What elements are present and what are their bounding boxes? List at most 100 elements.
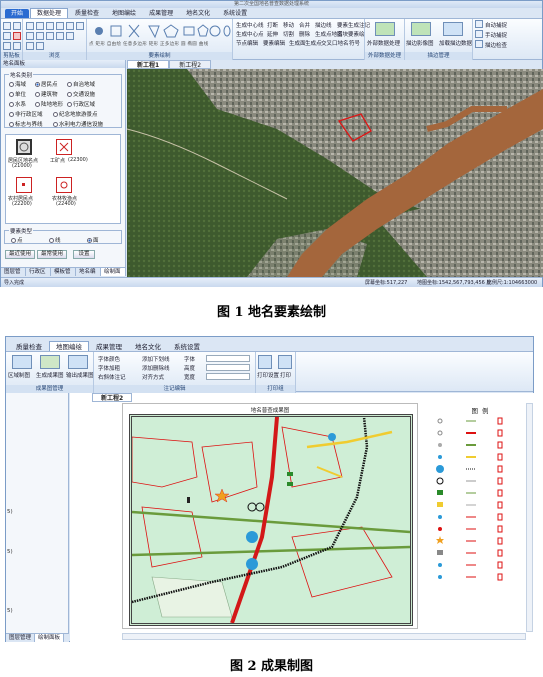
- copy-icon[interactable]: [13, 22, 21, 30]
- layer-icon[interactable]: [46, 32, 54, 40]
- trace-image-button[interactable]: 描边影像图: [406, 39, 434, 47]
- item-gen-face[interactable]: 生成面: [289, 39, 306, 47]
- item-crossing[interactable]: 交叉口地名: [321, 39, 349, 47]
- external-data-button[interactable]: 外部数据处理: [367, 39, 400, 47]
- paste-icon[interactable]: [3, 32, 11, 40]
- item-node-edit[interactable]: 节点编辑: [236, 39, 258, 47]
- tab-layer-manager[interactable]: 图层管理: [6, 634, 36, 642]
- auto-snap-button[interactable]: 自动捕捉: [485, 21, 507, 29]
- height-select[interactable]: [206, 364, 250, 371]
- generate-map-button[interactable]: 生成成果图: [36, 371, 64, 379]
- item-split[interactable]: 切割: [283, 30, 294, 38]
- item-break[interactable]: 打断: [267, 21, 278, 29]
- item-centerline[interactable]: 生成中心线: [236, 21, 264, 29]
- item-centerpoint[interactable]: 生成中心点: [236, 30, 264, 38]
- doc-tab-project2[interactable]: 新工程2: [169, 60, 212, 69]
- delete-icon[interactable]: [13, 32, 21, 40]
- zoom-out-icon[interactable]: [36, 22, 44, 30]
- item-delete[interactable]: 删除: [299, 30, 310, 38]
- region-map-icon[interactable]: [12, 355, 32, 369]
- radio-type-point[interactable]: 点: [11, 236, 23, 244]
- print-button[interactable]: 打印: [280, 371, 291, 379]
- village-symbol-icon[interactable]: [16, 177, 32, 193]
- tab-layer-manager[interactable]: 图层管理: [1, 268, 26, 284]
- item-merge[interactable]: 合并: [299, 21, 310, 29]
- trace-check-icon[interactable]: [475, 40, 483, 48]
- radio-type-polygon[interactable]: 面: [87, 236, 99, 244]
- load-trace-button[interactable]: 加载描边数据: [439, 39, 472, 47]
- italic-button[interactable]: 右斜体注记: [98, 373, 126, 381]
- print-icon[interactable]: [278, 355, 292, 369]
- auto-snap-icon[interactable]: [475, 20, 483, 28]
- underline-button[interactable]: 添加下划线: [142, 355, 170, 363]
- lock-icon[interactable]: [26, 42, 34, 50]
- residential-symbol-icon[interactable]: [16, 139, 32, 155]
- tab-template[interactable]: 模板管理: [51, 268, 76, 284]
- manual-snap-icon[interactable]: [475, 30, 483, 38]
- align-button[interactable]: 对齐方式: [142, 373, 164, 381]
- print-setup-button[interactable]: 打印设置: [257, 371, 279, 379]
- radio-utility[interactable]: 水利电力通信设施: [53, 120, 103, 128]
- mine-symbol-icon[interactable]: [56, 139, 72, 155]
- item-block[interactable]: 图块要素绘: [337, 30, 365, 38]
- load-trace-icon[interactable]: [443, 22, 463, 36]
- horizontal-scrollbar[interactable]: [122, 633, 526, 640]
- radio-boundary[interactable]: 标志与界线: [9, 120, 43, 128]
- layout-view[interactable]: 新工程2 地名普查成果图 图例: [70, 393, 534, 642]
- strike-button[interactable]: 添加删除线: [142, 364, 170, 372]
- font-select[interactable]: [206, 355, 250, 362]
- doc-tab-project2[interactable]: 新工程2: [92, 393, 133, 402]
- radio-non-admin[interactable]: 非行政区域: [9, 110, 43, 118]
- identify-icon[interactable]: [66, 22, 74, 30]
- trace-image-icon[interactable]: [411, 22, 431, 36]
- width-select[interactable]: [206, 373, 250, 380]
- item-element-edit[interactable]: 要素编辑: [263, 39, 285, 47]
- refresh-icon[interactable]: [36, 32, 44, 40]
- radio-sea[interactable]: 海域: [9, 80, 26, 88]
- tab-admin-division[interactable]: 行政区划: [26, 268, 51, 284]
- radio-building[interactable]: 建筑物: [35, 90, 58, 98]
- recent-button[interactable]: 最近使用: [5, 250, 35, 259]
- radio-autonomous[interactable]: 自治地域: [67, 80, 95, 88]
- region-map-button[interactable]: 区域制图: [8, 371, 30, 379]
- item-trace[interactable]: 描边线: [315, 21, 332, 29]
- settings-button[interactable]: 设置: [73, 250, 95, 259]
- export-map-button[interactable]: 输出成果图: [66, 371, 94, 379]
- doc-tab-project1[interactable]: 新工程1: [127, 60, 170, 69]
- radio-memorial[interactable]: 纪念地旅游景点: [53, 110, 98, 118]
- measure-icon[interactable]: [76, 22, 84, 30]
- radio-admin[interactable]: 行政区域: [67, 100, 95, 108]
- pan-icon[interactable]: [46, 22, 54, 30]
- radio-landform[interactable]: 陆地地形: [35, 100, 63, 108]
- item-gen-point[interactable]: 生成点: [305, 39, 322, 47]
- generate-map-icon[interactable]: [40, 355, 60, 369]
- full-extent-icon[interactable]: [56, 22, 64, 30]
- radio-water[interactable]: 水系: [9, 100, 26, 108]
- font-color-button[interactable]: 字体颜色: [98, 355, 120, 363]
- item-move[interactable]: 移动: [283, 21, 294, 29]
- farm-symbol-icon[interactable]: [56, 177, 72, 193]
- radio-type-line[interactable]: 线: [49, 236, 61, 244]
- forward-icon[interactable]: [66, 32, 74, 40]
- item-extend[interactable]: 延伸: [267, 30, 278, 38]
- bold-button[interactable]: 字体加粗: [98, 364, 120, 372]
- back-icon[interactable]: [56, 32, 64, 40]
- item-symbol[interactable]: 符号: [349, 39, 360, 47]
- tab-name-edit[interactable]: 地名编辑: [76, 268, 101, 284]
- redo-icon[interactable]: [13, 42, 21, 50]
- undo-icon[interactable]: [3, 42, 11, 50]
- vertical-scrollbar[interactable]: [526, 403, 533, 632]
- radio-unit[interactable]: 单位: [9, 90, 26, 98]
- frequent-button[interactable]: 最常使用: [37, 250, 67, 259]
- satellite-map-view[interactable]: [127, 69, 543, 277]
- cut-icon[interactable]: [3, 22, 11, 30]
- print-setup-icon[interactable]: [258, 355, 272, 369]
- radio-transport[interactable]: 交通设施: [67, 90, 95, 98]
- tab-draw-panel[interactable]: 绘制面板: [35, 634, 65, 642]
- zoom-in-icon[interactable]: [26, 22, 34, 30]
- trace-check-button[interactable]: 描边检查: [485, 41, 507, 49]
- clear-icon[interactable]: [36, 42, 44, 50]
- tab-draw-panel[interactable]: 绘制面板: [101, 268, 126, 284]
- manual-snap-button[interactable]: 手动捕捉: [485, 31, 507, 39]
- radio-residential[interactable]: 居民点: [35, 80, 58, 88]
